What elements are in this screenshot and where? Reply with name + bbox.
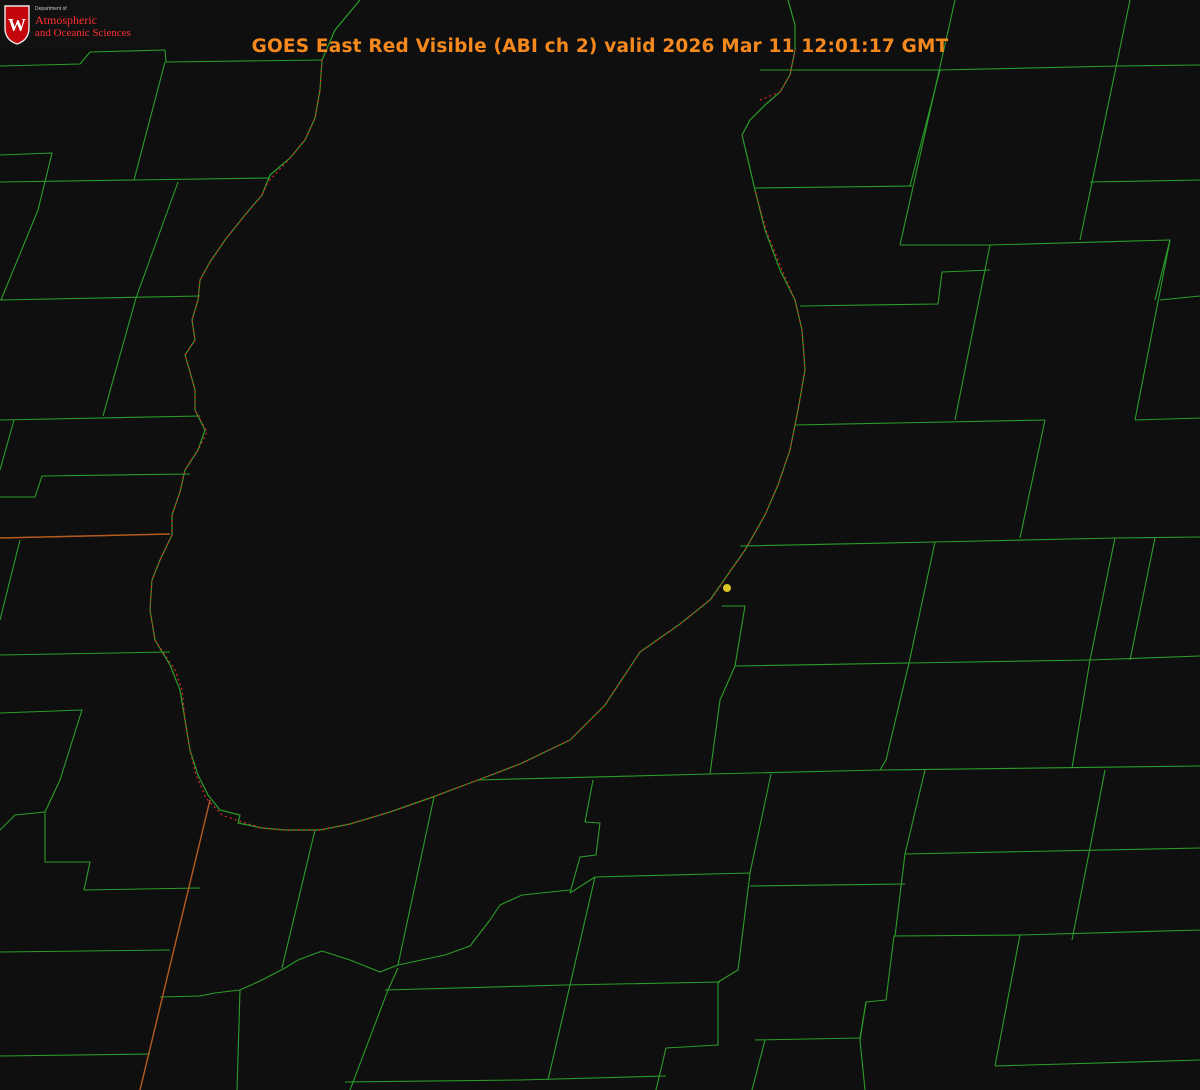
satellite-map[interactable]: [0, 0, 1200, 1090]
crest-letter: W: [8, 15, 26, 35]
logo-line-1: Atmospheric: [35, 13, 97, 27]
image-title: GOES East Red Visible (ABI ch 2) valid 2…: [251, 36, 949, 57]
station-dot-icon[interactable]: [723, 584, 731, 592]
satellite-viewer: W Department of Atmospheric and Oceanic …: [0, 0, 1200, 1090]
logo-department-text: Department of: [35, 6, 67, 12]
